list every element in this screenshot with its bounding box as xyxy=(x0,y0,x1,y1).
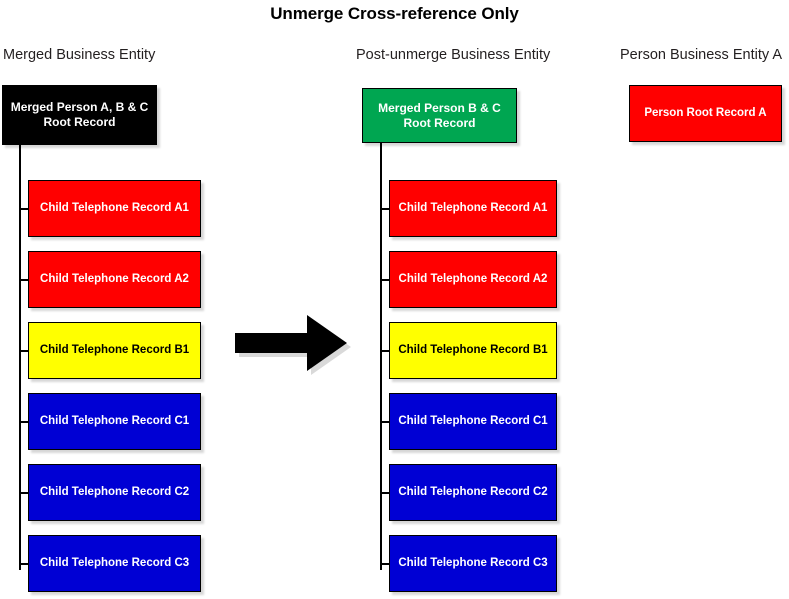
child-record-column-2-item-4[interactable]: Child Telephone Record C1 xyxy=(389,393,557,450)
root-record-merged-person-abc[interactable]: Merged Person A, B & C Root Record xyxy=(2,85,157,145)
child-record-label: Child Telephone Record C3 xyxy=(398,557,548,570)
child-record-column-2-item-1[interactable]: Child Telephone Record A1 xyxy=(389,180,557,237)
child-record-label: Child Telephone Record B1 xyxy=(398,344,548,357)
root-record-label: Merged Person A, B & C Root Record xyxy=(10,100,149,129)
child-record-label: Child Telephone Record C3 xyxy=(39,557,190,570)
child-record-label: Child Telephone Record B1 xyxy=(39,344,190,357)
child-record-label: Child Telephone Record C1 xyxy=(39,415,190,428)
diagram-canvas: Unmerge Cross-reference Only Merged Busi… xyxy=(0,0,789,599)
root-record-label: Person Root Record A xyxy=(644,107,767,120)
child-record-label: Child Telephone Record A2 xyxy=(398,273,548,286)
child-record-column-1-item-4[interactable]: Child Telephone Record C1 xyxy=(28,393,201,450)
child-record-label: Child Telephone Record A2 xyxy=(40,273,189,286)
child-record-column-2-item-2[interactable]: Child Telephone Record A2 xyxy=(389,251,557,308)
child-record-label: Child Telephone Record C2 xyxy=(39,486,190,499)
child-record-column-1-item-1[interactable]: Child Telephone Record A1 xyxy=(28,180,201,237)
child-record-column-1-item-2[interactable]: Child Telephone Record A2 xyxy=(28,251,201,308)
column-header-post-unmerge-business-entity: Post-unmerge Business Entity xyxy=(356,47,551,63)
root-record-label: Merged Person B & C Root Record xyxy=(378,100,501,130)
root-record-merged-person-bc[interactable]: Merged Person B & C Root Record xyxy=(362,88,517,143)
page-title: Unmerge Cross-reference Only xyxy=(270,4,519,23)
child-record-column-1-item-5[interactable]: Child Telephone Record C2 xyxy=(28,464,201,521)
child-record-column-2-item-3[interactable]: Child Telephone Record B1 xyxy=(389,322,557,379)
child-record-column-2-item-6[interactable]: Child Telephone Record C3 xyxy=(389,535,557,592)
root-record-person-a[interactable]: Person Root Record A xyxy=(629,85,782,142)
column-header-merged-business-entity: Merged Business Entity xyxy=(3,47,156,63)
child-record-label: Child Telephone Record A1 xyxy=(40,202,189,215)
child-record-column-1-item-6[interactable]: Child Telephone Record C3 xyxy=(28,535,201,592)
right-arrow-icon xyxy=(231,311,351,375)
child-record-column-1-item-3[interactable]: Child Telephone Record B1 xyxy=(28,322,201,379)
child-record-column-2-item-5[interactable]: Child Telephone Record C2 xyxy=(389,464,557,521)
child-record-label: Child Telephone Record C2 xyxy=(398,486,548,499)
column-header-person-business-entity-a: Person Business Entity A xyxy=(620,47,782,63)
child-record-label: Child Telephone Record C1 xyxy=(398,415,548,428)
child-record-label: Child Telephone Record A1 xyxy=(398,202,548,215)
